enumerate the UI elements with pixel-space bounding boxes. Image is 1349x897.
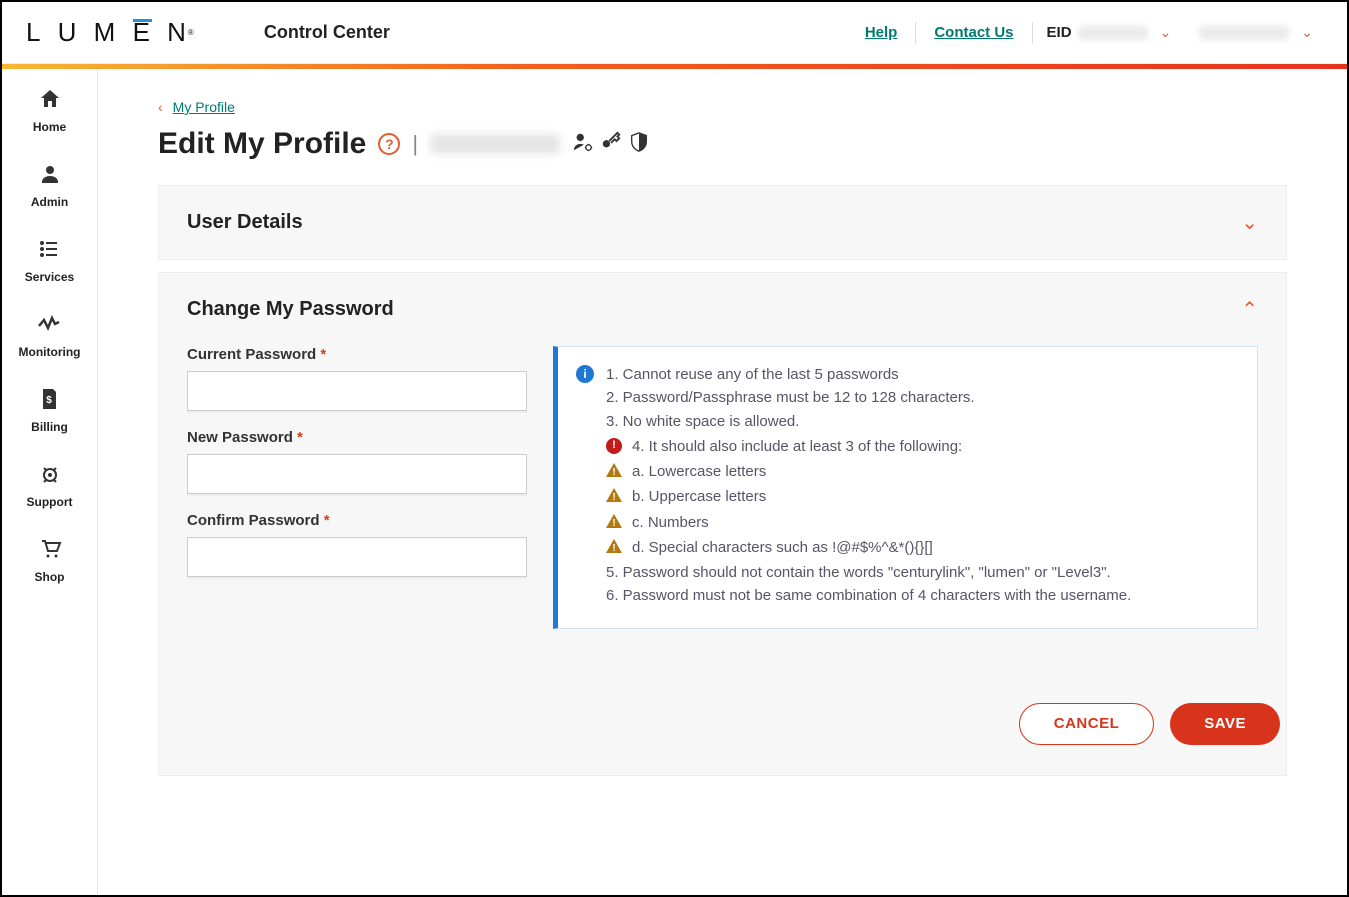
current-password-input[interactable] bbox=[187, 371, 527, 411]
confirm-password-input[interactable] bbox=[187, 537, 527, 577]
username-redacted bbox=[1199, 26, 1289, 40]
rule-text: a. Lowercase letters bbox=[632, 460, 766, 483]
warning-icon bbox=[606, 463, 622, 477]
separator: | bbox=[412, 131, 418, 157]
sidebar-item-shop[interactable]: Shop bbox=[35, 537, 65, 584]
key-icon[interactable] bbox=[600, 131, 622, 158]
monitoring-icon bbox=[37, 312, 61, 341]
new-password-label: New Password * bbox=[187, 429, 527, 446]
page-title: Edit My Profile bbox=[158, 127, 366, 161]
chevron-left-icon[interactable]: ‹ bbox=[158, 99, 163, 115]
breadcrumb-link[interactable]: My Profile bbox=[173, 99, 235, 115]
brand-logo[interactable]: L U M E N® bbox=[26, 17, 194, 48]
password-rules-box: i 1. Cannot reuse any of the last 5 pass… bbox=[553, 346, 1258, 629]
user-details-header[interactable]: User Details ⌄ bbox=[159, 186, 1286, 259]
sidebar-item-monitoring[interactable]: Monitoring bbox=[19, 312, 81, 359]
app-title: Control Center bbox=[264, 22, 390, 43]
info-icon: i bbox=[576, 365, 594, 383]
help-icon[interactable]: ? bbox=[378, 133, 400, 155]
eid-dropdown[interactable]: EID ⌄ bbox=[1033, 24, 1186, 41]
admin-icon bbox=[38, 162, 62, 191]
eid-label: EID bbox=[1047, 24, 1072, 41]
user-dropdown[interactable]: ⌄ bbox=[1185, 24, 1327, 41]
password-form: Current Password * New Password * bbox=[187, 346, 527, 595]
rule-text: 3. No white space is allowed. bbox=[606, 410, 1131, 433]
sidebar-item-admin[interactable]: Admin bbox=[31, 162, 68, 209]
rule-text: d. Special characters such as !@#$%^&*()… bbox=[632, 536, 933, 559]
chevron-down-icon: ⌄ bbox=[1160, 24, 1172, 41]
password-rules-list: 1. Cannot reuse any of the last 5 passwo… bbox=[606, 363, 1131, 608]
sidebar-item-label: Admin bbox=[31, 195, 68, 209]
current-password-label: Current Password * bbox=[187, 346, 527, 363]
sidebar-item-label: Support bbox=[27, 495, 73, 509]
user-details-panel: User Details ⌄ bbox=[158, 185, 1287, 260]
cancel-button[interactable]: CANCEL bbox=[1019, 703, 1155, 745]
shield-icon[interactable] bbox=[628, 131, 650, 158]
error-icon: ! bbox=[606, 438, 622, 454]
change-password-header[interactable]: Change My Password ⌃ bbox=[159, 273, 1286, 346]
billing-icon: $ bbox=[37, 387, 61, 416]
warning-icon bbox=[606, 514, 622, 528]
sidebar-item-label: Billing bbox=[31, 420, 68, 434]
breadcrumb: ‹ My Profile bbox=[158, 99, 1287, 115]
help-link[interactable]: Help bbox=[847, 24, 916, 41]
home-icon bbox=[38, 87, 62, 116]
new-password-input[interactable] bbox=[187, 454, 527, 494]
sidebar-item-label: Shop bbox=[35, 570, 65, 584]
main-content: ‹ My Profile Edit My Profile ? | bbox=[98, 69, 1347, 895]
sidebar: Home Admin Services Monitoring $ Billing bbox=[2, 69, 98, 895]
shop-icon bbox=[38, 537, 62, 566]
user-settings-icon[interactable] bbox=[572, 131, 594, 158]
chevron-down-icon: ⌄ bbox=[1241, 210, 1258, 235]
sidebar-item-services[interactable]: Services bbox=[25, 237, 74, 284]
top-right: Help Contact Us EID ⌄ ⌄ bbox=[847, 22, 1327, 44]
change-password-panel: Change My Password ⌃ Current Password * … bbox=[158, 272, 1287, 776]
contact-link[interactable]: Contact Us bbox=[916, 24, 1031, 41]
eid-value-redacted bbox=[1078, 26, 1148, 40]
panel-title: User Details bbox=[187, 211, 303, 234]
rule-text: 1. Cannot reuse any of the last 5 passwo… bbox=[606, 363, 1131, 386]
svg-text:$: $ bbox=[47, 395, 53, 406]
rule-text: 2. Password/Passphrase must be 12 to 128… bbox=[606, 386, 1131, 409]
rule-text: 5. Password should not contain the words… bbox=[606, 561, 1131, 584]
sidebar-item-label: Monitoring bbox=[19, 345, 81, 359]
rule-text: 4. It should also include at least 3 of … bbox=[632, 435, 962, 458]
warning-icon bbox=[606, 539, 622, 553]
warning-icon bbox=[606, 488, 622, 502]
rule-text: b. Uppercase letters bbox=[632, 485, 766, 508]
rule-text: 6. Password must not be same combination… bbox=[606, 584, 1131, 607]
change-password-body: Current Password * New Password * bbox=[159, 346, 1286, 657]
form-actions: CANCEL SAVE bbox=[159, 703, 1286, 775]
services-icon bbox=[37, 237, 61, 266]
rule-text: c. Numbers bbox=[632, 511, 709, 534]
sidebar-item-support[interactable]: Support bbox=[27, 462, 73, 509]
confirm-password-label: Confirm Password * bbox=[187, 512, 527, 529]
sidebar-item-label: Home bbox=[33, 120, 66, 134]
chevron-up-icon: ⌃ bbox=[1241, 297, 1258, 322]
profile-name-redacted bbox=[430, 134, 560, 154]
save-button[interactable]: SAVE bbox=[1170, 703, 1280, 745]
support-icon bbox=[38, 462, 62, 491]
page-title-row: Edit My Profile ? | bbox=[158, 127, 1287, 161]
panel-title: Change My Password bbox=[187, 298, 394, 321]
sidebar-item-billing[interactable]: $ Billing bbox=[31, 387, 68, 434]
top-bar: L U M E N® Control Center Help Contact U… bbox=[2, 2, 1347, 64]
sidebar-item-home[interactable]: Home bbox=[33, 87, 66, 134]
chevron-down-icon: ⌄ bbox=[1301, 24, 1313, 41]
sidebar-item-label: Services bbox=[25, 270, 74, 284]
